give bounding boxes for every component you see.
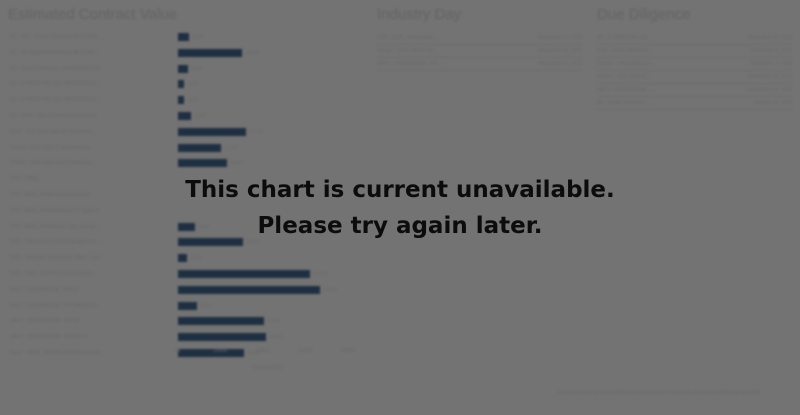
unavailable-message: This chart is current unavailable. Pleas… bbox=[0, 172, 800, 244]
unavailable-message-line2: Please try again later. bbox=[257, 213, 543, 239]
unavailable-message-line1: This chart is current unavailable. bbox=[185, 177, 615, 203]
